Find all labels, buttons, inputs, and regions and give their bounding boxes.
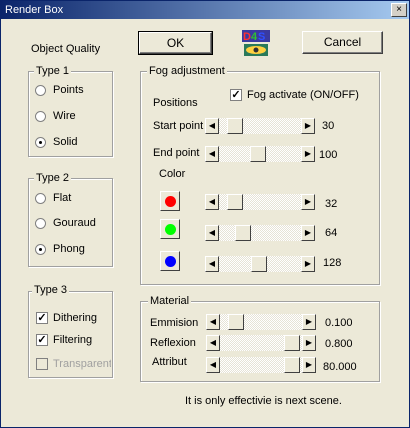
radio-phong[interactable] (35, 244, 46, 255)
svg-text:S: S (258, 31, 265, 43)
green-value: 64 (325, 227, 338, 239)
red-scrollbar[interactable]: ◀ ▶ (205, 194, 315, 210)
green-swatch[interactable] (160, 219, 180, 239)
start-point-label: Start point (153, 120, 204, 132)
start-point-value: 30 (322, 120, 335, 132)
blue-thumb[interactable] (251, 256, 267, 272)
radio-flat-label: Flat (53, 192, 72, 204)
end-point-scrollbar[interactable]: ◀ ▶ (205, 146, 315, 162)
arrow-right-icon[interactable]: ▶ (302, 335, 316, 351)
green-dot (165, 224, 176, 235)
reflexion-label: Reflexion (150, 337, 196, 349)
footer-note: It is only effectivie is next scene. (185, 395, 342, 407)
arrow-right-icon[interactable]: ▶ (302, 314, 316, 330)
red-thumb[interactable] (227, 194, 243, 210)
emmision-value: 0.100 (325, 317, 353, 329)
start-point-scrollbar[interactable]: ◀ ▶ (205, 118, 315, 134)
blue-scrollbar[interactable]: ◀ ▶ (205, 256, 315, 272)
fog-activate-label: Fog activate (ON/OFF) (247, 89, 359, 101)
attribut-label: Attribut (152, 356, 187, 368)
end-point-thumb[interactable] (250, 146, 266, 162)
reflexion-scrollbar[interactable]: ◀ ▶ (206, 335, 316, 351)
arrow-right-icon[interactable]: ▶ (301, 256, 315, 272)
arrow-right-icon[interactable]: ▶ (301, 118, 315, 134)
title-bar: Render Box × (1, 1, 409, 19)
render-box-window: Render Box × Object Quality OK D 4 S Can… (0, 0, 410, 428)
radio-gouraud-label: Gouraud (53, 217, 96, 229)
filtering-label: Filtering (53, 334, 93, 346)
object-quality-label: Object Quality (31, 43, 101, 55)
transparent-label: Transparent (53, 358, 111, 370)
attribut-thumb[interactable] (284, 357, 300, 373)
arrow-left-icon[interactable]: ◀ (206, 335, 220, 351)
fog-title: Fog adjustment (147, 65, 227, 77)
attribut-scrollbar[interactable]: ◀ ▶ (206, 357, 316, 373)
app-logo: D 4 S (241, 29, 271, 59)
window-title: Render Box (5, 4, 64, 16)
arrow-left-icon[interactable]: ◀ (205, 194, 219, 210)
radio-solid[interactable] (35, 137, 46, 148)
filtering-checkbox[interactable]: ✓ (36, 334, 48, 346)
arrow-left-icon[interactable]: ◀ (205, 256, 219, 272)
start-point-thumb[interactable] (227, 118, 243, 134)
arrow-left-icon[interactable]: ◀ (205, 118, 219, 134)
reflexion-value: 0.800 (325, 338, 353, 350)
blue-value: 128 (323, 257, 342, 269)
radio-wire-label: Wire (53, 110, 76, 122)
arrow-right-icon[interactable]: ▶ (302, 357, 316, 373)
type1-title: Type 1 (34, 65, 72, 77)
color-label: Color (159, 168, 186, 180)
radio-gouraud[interactable] (35, 218, 46, 229)
emmision-label: Emmision (150, 317, 199, 329)
arrow-left-icon[interactable]: ◀ (205, 225, 219, 241)
end-point-label: End point (153, 147, 200, 159)
arrow-left-icon[interactable]: ◀ (205, 146, 219, 162)
radio-points[interactable] (35, 85, 46, 96)
arrow-right-icon[interactable]: ▶ (301, 194, 315, 210)
emmision-scrollbar[interactable]: ◀ ▶ (206, 314, 316, 330)
arrow-left-icon[interactable]: ◀ (206, 357, 220, 373)
attribut-value: 80.000 (323, 361, 357, 373)
arrow-left-icon[interactable]: ◀ (206, 314, 220, 330)
radio-solid-label: Solid (53, 136, 78, 148)
radio-flat[interactable] (35, 193, 46, 204)
radio-wire[interactable] (35, 111, 46, 122)
red-swatch[interactable] (160, 191, 180, 211)
arrow-right-icon[interactable]: ▶ (301, 225, 315, 241)
emmision-thumb[interactable] (228, 314, 244, 330)
reflexion-thumb[interactable] (284, 335, 300, 351)
cancel-button[interactable]: Cancel (302, 31, 383, 54)
positions-label: Positions (153, 97, 198, 109)
type2-title: Type 2 (34, 172, 72, 184)
green-thumb[interactable] (235, 225, 251, 241)
green-scrollbar[interactable]: ◀ ▶ (205, 225, 315, 241)
red-dot (165, 196, 176, 207)
red-value: 32 (325, 198, 338, 210)
svg-text:D: D (243, 31, 251, 43)
dithering-label: Dithering (53, 312, 98, 324)
radio-phong-label: Phong (53, 243, 85, 255)
transparent-checkbox (36, 358, 48, 370)
fog-activate-checkbox[interactable]: ✓ (230, 89, 242, 101)
material-title: Material (148, 295, 192, 307)
ok-button[interactable]: OK (138, 31, 213, 55)
type3-title: Type 3 (32, 284, 70, 296)
dithering-checkbox[interactable]: ✓ (36, 312, 48, 324)
close-icon[interactable]: × (391, 3, 407, 17)
arrow-right-icon[interactable]: ▶ (301, 146, 315, 162)
blue-swatch[interactable] (160, 251, 180, 271)
end-point-value: 100 (319, 149, 338, 161)
blue-dot (165, 256, 176, 267)
radio-points-label: Points (53, 84, 84, 96)
svg-text:4: 4 (251, 31, 258, 43)
